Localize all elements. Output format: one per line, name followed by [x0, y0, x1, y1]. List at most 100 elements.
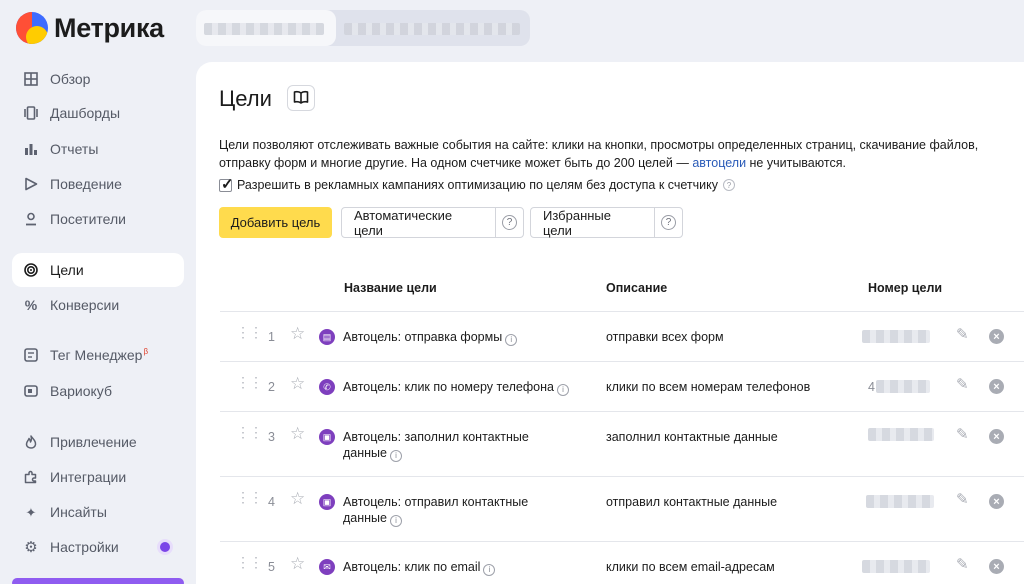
sidebar-item-visitors[interactable]: Посетители — [12, 202, 184, 236]
info-icon[interactable]: i — [483, 564, 496, 576]
auto-goals-group: Автоматические цели ? — [341, 207, 524, 238]
book-icon — [293, 90, 309, 107]
redacted-goal-number — [876, 380, 930, 393]
drag-handle-icon[interactable]: ⋮⋮ — [236, 490, 263, 504]
info-icon[interactable]: i — [390, 450, 402, 462]
table-row[interactable]: ⋮⋮ 1 ☆ ▤ Автоцель: отправка формы i отпра… — [220, 311, 1024, 361]
favorite-star-icon[interactable]: ☆ — [290, 425, 305, 442]
redacted-counter-name — [204, 23, 324, 35]
favorite-goals-button[interactable]: Избранные цели — [531, 208, 654, 238]
autogoals-link[interactable]: автоцели — [692, 156, 746, 170]
sidebar-item-variocube[interactable]: Вариокуб — [12, 374, 184, 408]
auto-goals-help-button[interactable]: ? — [495, 208, 523, 237]
redacted-goal-number — [862, 330, 930, 343]
phone-icon: ✆ — [319, 379, 335, 395]
redacted-goal-number — [868, 428, 934, 441]
goal-description: отправил контактные данные — [606, 495, 778, 509]
logo[interactable]: Метрика — [16, 12, 164, 44]
edit-pencil-icon[interactable]: ✎ — [956, 557, 969, 573]
auto-goals-button[interactable]: Автоматические цели — [342, 208, 495, 238]
goals-description: Цели позволяют отслеживать важные событи… — [219, 138, 979, 170]
edit-pencil-icon[interactable]: ✎ — [956, 427, 969, 443]
delete-icon[interactable]: × — [989, 429, 1004, 444]
notification-dot — [160, 542, 170, 552]
sidebar-item-acquisition[interactable]: Привлечение — [12, 425, 184, 459]
help-docs-button[interactable] — [287, 85, 315, 111]
logo-text: Метрика — [54, 12, 164, 43]
sparkle-icon: ✦ — [25, 504, 37, 520]
contact-card-icon: ▣ — [319, 494, 335, 510]
drag-handle-icon[interactable]: ⋮⋮ — [236, 375, 263, 389]
goal-index: 2 — [268, 380, 275, 394]
info-icon[interactable]: i — [505, 334, 518, 346]
favorite-star-icon[interactable]: ☆ — [290, 325, 305, 342]
sidebar-item-label: Привлечение — [50, 434, 137, 450]
table-row[interactable]: ⋮⋮ 3 ☆ ▣ Автоцель: заполнил контактные да… — [220, 411, 1024, 476]
flame-icon — [24, 435, 38, 449]
bar-chart-icon — [24, 142, 38, 156]
sidebar-item-label: Посетители — [50, 211, 126, 227]
column-header-name: Название цели — [344, 281, 437, 295]
redacted-goal-number — [866, 495, 934, 508]
grid-icon — [24, 72, 38, 86]
form-icon: ▤ — [319, 329, 335, 345]
variocube-icon — [24, 384, 38, 398]
drag-handle-icon[interactable]: ⋮⋮ — [236, 555, 263, 569]
sidebar-item-integrations[interactable]: Интеграции — [12, 460, 184, 494]
table-row[interactable]: ⋮⋮ 4 ☆ ▣ Автоцель: отправил контактные да… — [220, 476, 1024, 541]
promo-banner-edge[interactable] — [12, 578, 184, 584]
sidebar-item-label: Цели — [50, 262, 84, 278]
optimization-checkbox[interactable]: ✓ — [219, 176, 234, 193]
drag-handle-icon[interactable]: ⋮⋮ — [236, 425, 263, 439]
column-header-number: Номер цели — [868, 281, 943, 295]
sidebar-item-label: Поведение — [50, 176, 122, 192]
sidebar-item-insights[interactable]: ✦ Инсайты — [12, 495, 184, 529]
edit-pencil-icon[interactable]: ✎ — [956, 377, 969, 393]
delete-icon[interactable]: × — [989, 379, 1004, 394]
goal-index: 3 — [268, 430, 275, 444]
sidebar-item-settings[interactable]: ⚙ Настройки — [12, 530, 184, 564]
delete-icon[interactable]: × — [989, 494, 1004, 509]
sidebar-item-label: Конверсии — [50, 297, 120, 313]
sidebar-item-reports[interactable]: Отчеты — [12, 132, 184, 166]
contact-card-icon: ▣ — [319, 429, 335, 445]
info-icon[interactable]: i — [390, 515, 402, 527]
favorite-goals-group: Избранные цели ? — [530, 207, 683, 238]
delete-icon[interactable]: × — [989, 559, 1004, 574]
sidebar-item-label: Вариокуб — [50, 383, 112, 399]
table-row[interactable]: ⋮⋮ 5 ☆ ✉ Автоцель: клик по email i клики … — [220, 541, 1024, 584]
sidebar-item-label: Обзор — [50, 71, 91, 87]
question-icon[interactable]: ? — [723, 179, 735, 191]
favorite-star-icon[interactable]: ☆ — [290, 555, 305, 572]
goal-name: Автоцель: клик по номеру телефона i — [343, 379, 569, 396]
edit-pencil-icon[interactable]: ✎ — [956, 327, 969, 343]
favorite-star-icon[interactable]: ☆ — [290, 375, 305, 392]
drag-handle-icon[interactable]: ⋮⋮ — [236, 325, 263, 339]
beta-badge: β — [143, 347, 149, 357]
delete-icon[interactable]: × — [989, 329, 1004, 344]
sidebar-item-label: Дашборды — [50, 105, 120, 121]
page-title: Цели — [219, 86, 272, 111]
info-icon[interactable]: i — [556, 384, 569, 396]
puzzle-icon — [24, 470, 38, 484]
sidebar-item-label: Отчеты — [50, 141, 99, 157]
edit-pencil-icon[interactable]: ✎ — [956, 492, 969, 508]
add-goal-button[interactable]: Добавить цель — [219, 207, 332, 238]
sidebar-item-behavior[interactable]: Поведение — [12, 167, 184, 201]
counter-selector[interactable] — [196, 10, 530, 46]
favorite-goals-help-button[interactable]: ? — [654, 208, 682, 237]
goal-number-prefix: 4 — [868, 380, 875, 394]
email-icon: ✉ — [319, 559, 335, 575]
favorite-star-icon[interactable]: ☆ — [290, 490, 305, 507]
goal-name: Автоцель: клик по email i — [343, 559, 496, 576]
table-row[interactable]: ⋮⋮ 2 ☆ ✆ Автоцель: клик по номеру телефо… — [220, 361, 1024, 411]
sidebar-item-dashboards[interactable]: Дашборды — [12, 96, 184, 130]
sidebar-item-tag-manager[interactable]: Тег Менеджерβ — [12, 338, 184, 372]
checkmark-icon: ✓ — [221, 175, 234, 193]
sidebar-item-goals[interactable]: Цели — [12, 253, 184, 287]
sidebar-item-conversions[interactable]: % Конверсии — [12, 288, 184, 322]
sidebar-item-label: Интеграции — [50, 469, 127, 485]
sidebar-item-label: Тег Менеджерβ — [50, 347, 149, 363]
sidebar-item-overview[interactable]: Обзор — [12, 62, 184, 96]
goal-index: 5 — [268, 560, 275, 574]
